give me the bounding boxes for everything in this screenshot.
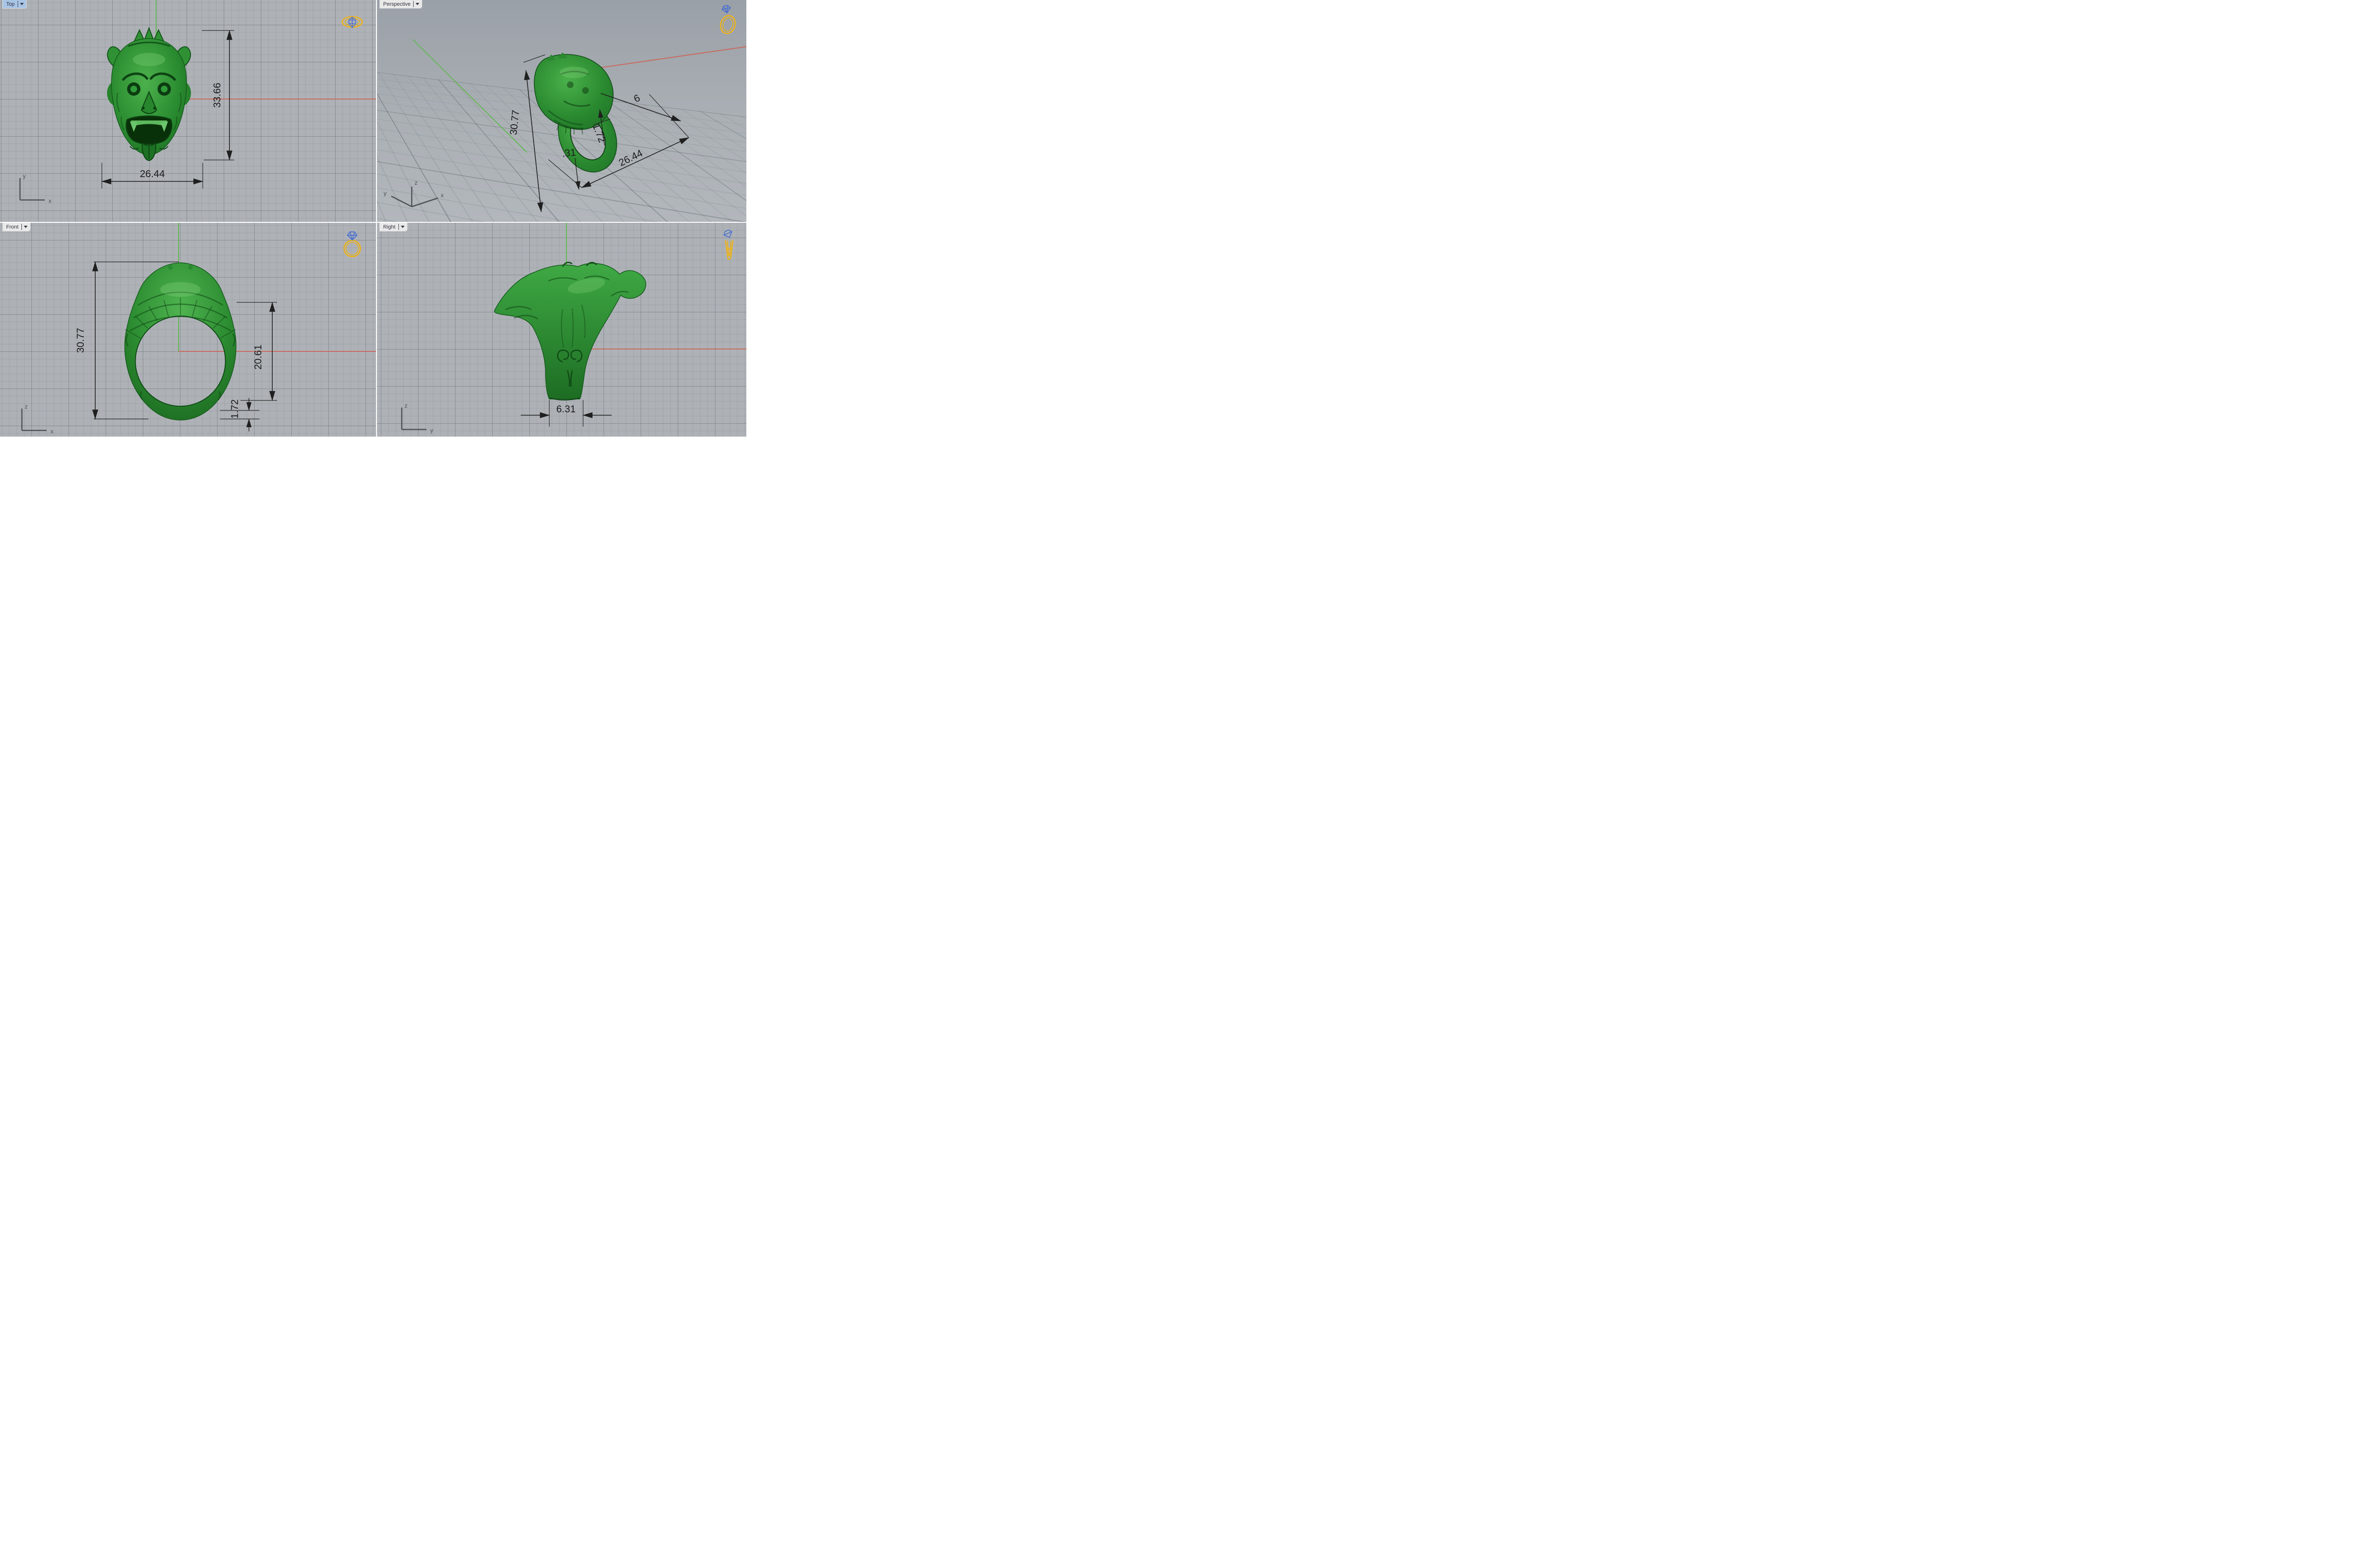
cplane-axis-gizmo: z y x [384, 180, 444, 208]
gizmo-label-y: y [384, 190, 387, 197]
tab-separator [398, 224, 399, 230]
cplane-axis-gizmo: y x [19, 173, 51, 204]
gizmo-label-x: x [441, 192, 444, 199]
dim-value-height[interactable]: 30.77 [75, 328, 86, 353]
gizmo-axes [21, 409, 47, 431]
ring-band-inner [346, 242, 359, 255]
gizmo-label-x: x [50, 428, 53, 435]
dim-value-shank[interactable]: .31 [562, 147, 576, 160]
viewport-menu-arrow-icon[interactable] [400, 226, 405, 228]
diamond-icon [347, 231, 358, 241]
ring-profile-outline [724, 239, 734, 260]
dim-value-height[interactable]: 33.66 [212, 83, 223, 108]
dim-value-band[interactable]: 1.72 [229, 399, 240, 419]
cplane-axis-gizmo: z y [401, 402, 433, 434]
gizmo-axes [401, 408, 426, 430]
dim-line-width[interactable] [581, 137, 689, 188]
ring-top-view-icon [341, 16, 363, 29]
viewport-tab-label: Perspective [383, 1, 411, 7]
viewport-tab-right[interactable]: Right [380, 223, 407, 231]
dim-value-width[interactable]: 26.44 [140, 169, 165, 180]
gizmo-label-x: x [49, 198, 51, 204]
dim-value-inner[interactable]: 20.61 [253, 345, 264, 370]
diamond-icon [348, 16, 356, 29]
gizmo-axes [19, 178, 45, 201]
viewport-tab-top[interactable]: Top [3, 0, 26, 8]
dim-extension-lines [548, 94, 689, 188]
ring-band-outline [343, 239, 361, 258]
dim-value-height[interactable]: 30.77 [508, 110, 521, 136]
rhino-four-viewport-workspace: Top 33.66 26.44 y x Perspective 30.77 26… [0, 0, 746, 438]
diamond-icon [723, 229, 733, 238]
viewport-menu-arrow-icon[interactable] [416, 3, 420, 5]
gizmo-label-z: z [25, 403, 28, 410]
dim-extension-lines [94, 261, 179, 419]
gizmo-label-z: z [405, 402, 407, 409]
viewport-perspective[interactable]: Perspective 30.77 26.44 6 1.72 .31 z y x [377, 0, 746, 222]
dim-value-width[interactable]: 6.31 [556, 404, 576, 415]
dim-value-width[interactable]: 26.44 [617, 148, 645, 169]
viewport-tab-label: Front [6, 224, 19, 230]
dim-line-height[interactable] [524, 70, 544, 213]
dim-extension-line [523, 54, 545, 63]
cplane-axis-gizmo: z x [21, 403, 53, 435]
gizmo-label-y: y [23, 173, 26, 180]
viewport-tab-label: Top [6, 1, 15, 7]
ring-perspective-view-icon [720, 5, 736, 34]
viewport-right[interactable]: Right 6.31 z y [377, 223, 746, 437]
ring-right-view-icon [723, 229, 734, 260]
diamond-icon [721, 5, 731, 14]
dim-value-partial[interactable]: 6 [632, 92, 642, 105]
tab-separator [413, 1, 414, 7]
ring-front-view-icon [343, 231, 361, 258]
dim-line-partial[interactable] [600, 93, 681, 121]
viewport-tab-label: Right [383, 224, 396, 230]
dim-line-shank[interactable] [575, 158, 581, 190]
ring-band-outline [720, 15, 736, 34]
tab-separator [21, 224, 22, 230]
viewport-front[interactable]: Front 30.77 20.61 1.72 z x [0, 223, 376, 437]
viewport-menu-arrow-icon[interactable] [20, 3, 24, 5]
viewport-menu-arrow-icon[interactable] [23, 226, 28, 228]
gizmo-label-z: z [415, 180, 417, 186]
dim-value-band[interactable]: 1.72 [590, 122, 608, 144]
gizmo-axes [391, 187, 438, 208]
gizmo-label-y: y [430, 427, 433, 434]
viewport-top[interactable]: Top 33.66 26.44 y x [0, 0, 376, 222]
viewport-tab-perspective[interactable]: Perspective [380, 0, 422, 8]
viewport-tab-front[interactable]: Front [3, 223, 30, 231]
